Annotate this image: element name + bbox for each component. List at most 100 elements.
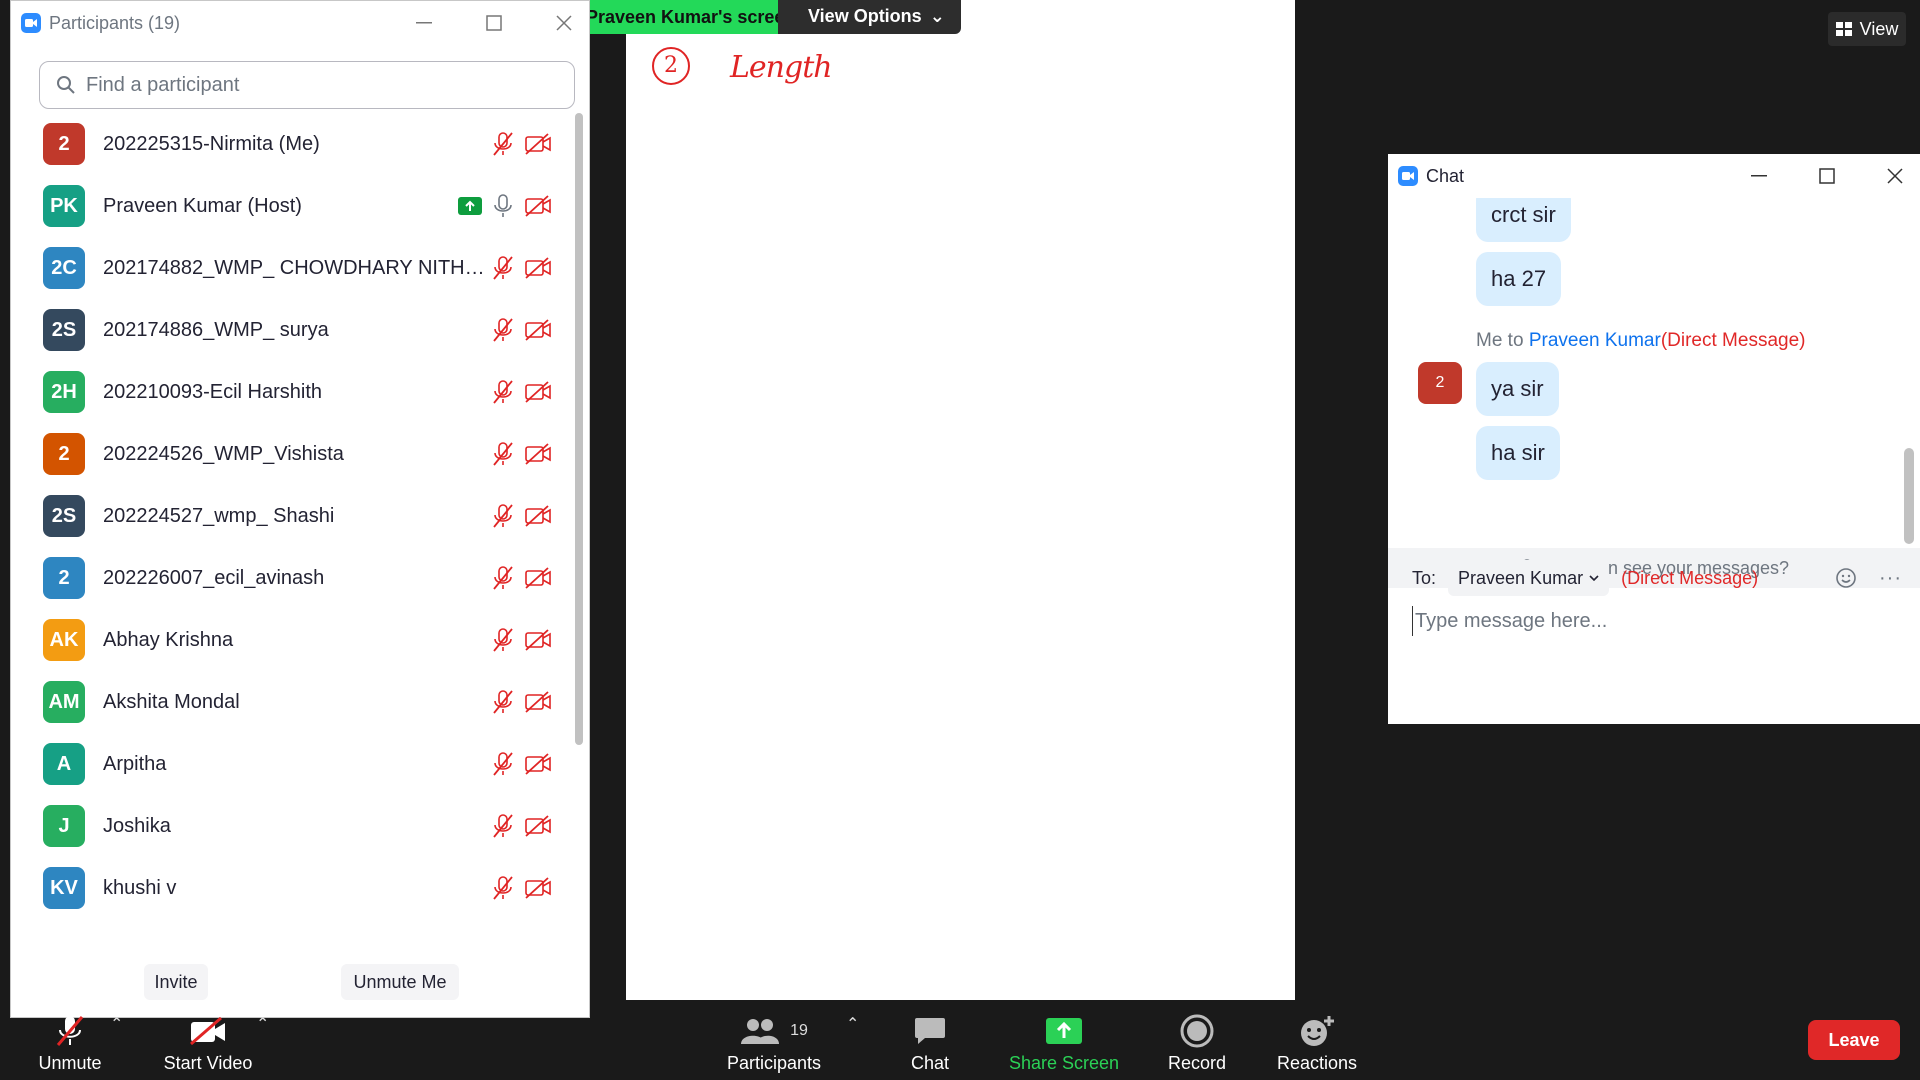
chat-message-input[interactable] (1412, 606, 1892, 636)
participant-row[interactable]: J Joshika (11, 795, 576, 857)
muted-microphone-icon (492, 875, 514, 901)
participants-toolbar-button[interactable]: 19 Participants (722, 1009, 826, 1074)
screen-share-icon (458, 197, 482, 215)
participant-name: 202224526_WMP_Vishista (103, 442, 344, 465)
participant-name: 202174886_WMP_ surya (103, 318, 329, 341)
avatar: 2C (43, 247, 85, 289)
video-off-icon (524, 566, 552, 590)
muted-microphone-icon (492, 503, 514, 529)
participants-icon (740, 1017, 780, 1045)
muted-microphone-icon (55, 1009, 85, 1053)
participant-row[interactable]: KV khushi v (11, 857, 576, 919)
view-options-label: View Options (808, 6, 922, 26)
more-options-icon[interactable]: ··· (1879, 567, 1902, 590)
participant-row[interactable]: PK Praveen Kumar (Host) (11, 175, 576, 237)
video-off-icon (524, 690, 552, 714)
participant-row[interactable]: 2S 202174886_WMP_ surya (11, 299, 576, 361)
participant-name: Abhay Krishna (103, 628, 234, 651)
chat-sender-line: Me to Praveen Kumar(Direct Message) (1476, 330, 1805, 352)
participant-search[interactable] (39, 61, 575, 109)
chat-bubble: ya sir (1476, 362, 1559, 416)
caret-up-icon[interactable]: ⌃ (256, 1014, 269, 1034)
participant-status-icons (492, 317, 552, 343)
participant-status-icons (492, 255, 552, 281)
chat-window: Chat crct sir ha 27 Me to Praveen Kumar(… (1388, 154, 1920, 724)
participants-icon-group: 19 (740, 1009, 808, 1053)
view-button[interactable]: View (1828, 12, 1906, 46)
participant-row[interactable]: AM Akshita Mondal (11, 671, 576, 733)
participant-row[interactable]: 2C 202174882_WMP_ CHOWDHARY NITHYA ... (11, 237, 576, 299)
video-off-icon (524, 256, 552, 280)
zoom-app-icon (1398, 166, 1418, 186)
participant-row[interactable]: 2 202225315-Nirmita (Me) (11, 113, 576, 175)
leave-button[interactable]: Leave (1808, 1020, 1900, 1060)
chat-titlebar: Chat (1388, 154, 1920, 198)
annotation-circle-number: 2 (652, 47, 690, 85)
minimize-icon[interactable] (1744, 161, 1774, 191)
participant-row[interactable]: 2H 202210093-Ecil Harshith (11, 361, 576, 423)
video-off-icon (524, 380, 552, 404)
record-icon (1180, 1009, 1214, 1053)
close-icon[interactable] (549, 8, 579, 38)
reactions-button[interactable]: Reactions (1274, 1009, 1360, 1074)
muted-microphone-icon (492, 255, 514, 281)
participant-name: Joshika (103, 814, 171, 837)
muted-microphone-icon (492, 379, 514, 405)
start-video-button[interactable]: Start Video (158, 1009, 258, 1074)
unmute-me-button[interactable]: Unmute Me (341, 964, 459, 1000)
participant-row[interactable]: 2 202224526_WMP_Vishista (11, 423, 576, 485)
recipient-dropdown[interactable]: Praveen Kumar (1448, 560, 1610, 596)
participant-status-icons (492, 627, 552, 653)
participant-status-icons (492, 441, 552, 467)
share-screen-label: Share Screen (1008, 1053, 1120, 1073)
video-off-icon (524, 194, 552, 218)
share-screen-button[interactable]: Share Screen (1008, 1009, 1120, 1074)
recipient-name[interactable]: Praveen Kumar (1529, 330, 1661, 351)
minimize-icon[interactable] (409, 8, 439, 38)
video-off-icon (189, 1009, 227, 1053)
participant-row[interactable]: A Arpitha (11, 733, 576, 795)
invite-button[interactable]: Invite (144, 964, 208, 1000)
reactions-icon (1299, 1009, 1335, 1053)
maximize-icon[interactable] (1812, 161, 1842, 191)
participant-list-scrollbar[interactable] (575, 113, 583, 745)
video-off-icon (524, 814, 552, 838)
view-label: View (1859, 18, 1899, 39)
close-icon[interactable] (1880, 161, 1910, 191)
maximize-icon[interactable] (479, 8, 509, 38)
participant-row[interactable]: 2 202226007_ecil_avinash (11, 547, 576, 609)
muted-microphone-icon (492, 689, 514, 715)
participant-name: 202210093-Ecil Harshith (103, 380, 323, 403)
avatar: 2H (43, 371, 85, 413)
record-button[interactable]: Record (1164, 1009, 1230, 1074)
participant-row[interactable]: AK Abhay Krishna (11, 609, 576, 671)
participant-status-icons (492, 689, 552, 715)
participant-name: khushi v (103, 876, 177, 899)
chat-toolbar-button[interactable]: Chat (900, 1009, 960, 1074)
emoji-icon[interactable] (1835, 567, 1857, 589)
participant-row[interactable]: 2S 202224527_wmp_ Shashi (11, 485, 576, 547)
avatar: 2S (43, 495, 85, 537)
participants-label: Participants (726, 1053, 822, 1073)
chat-scrollbar[interactable] (1904, 448, 1914, 544)
avatar: 2S (43, 309, 85, 351)
search-input[interactable] (86, 73, 558, 97)
share-screen-icon (1045, 1009, 1083, 1053)
view-options-button[interactable]: View Options ⌄ (778, 0, 961, 34)
avatar: J (43, 805, 85, 847)
participant-status-icons (458, 193, 552, 219)
muted-microphone-icon (492, 627, 514, 653)
avatar: A (43, 743, 85, 785)
chevron-down-icon: ⌄ (929, 6, 945, 26)
caret-up-icon[interactable]: ⌃ (846, 1014, 859, 1034)
unmute-button[interactable]: Unmute (28, 1009, 112, 1074)
muted-microphone-icon (492, 751, 514, 777)
participants-title: Participants (19) (49, 12, 181, 33)
reactions-label: Reactions (1276, 1053, 1358, 1073)
caret-up-icon[interactable]: ⌃ (110, 1014, 123, 1034)
participant-name: Arpitha (103, 752, 167, 775)
microphone-icon (492, 193, 514, 219)
avatar: PK (43, 185, 85, 227)
participant-name: 202225315-Nirmita (Me) (103, 132, 320, 155)
muted-microphone-icon (492, 317, 514, 343)
